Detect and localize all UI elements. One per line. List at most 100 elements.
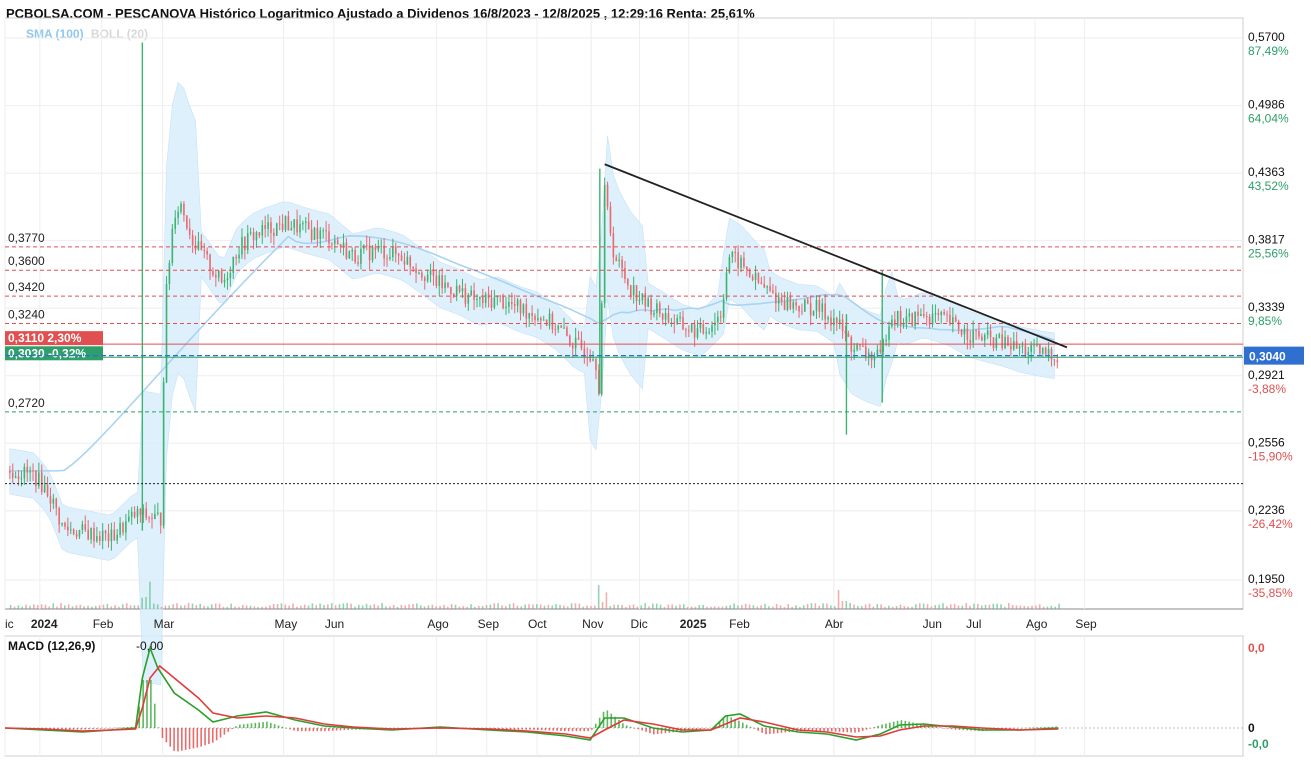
volume-bar <box>176 603 178 609</box>
volume-bar <box>992 603 995 609</box>
candle-body <box>249 232 252 234</box>
volume-bar <box>33 604 35 609</box>
volume-bar <box>48 606 51 609</box>
volume-bar <box>141 597 143 609</box>
candle-body <box>992 337 995 349</box>
volume-bar <box>296 606 298 609</box>
candle-body <box>847 333 850 337</box>
price-chart[interactable]: 0,3770 0,3600 0,3420 0,3240 0,2720 0,3110 2,3… <box>0 0 1311 763</box>
candle-body <box>818 299 821 312</box>
volume-bar <box>56 606 58 609</box>
y-tick-pct: 9,85% <box>1248 314 1282 328</box>
level-label: 0,2720 <box>8 396 45 410</box>
macd-hist-bar <box>753 728 756 729</box>
candle-body <box>1056 360 1059 363</box>
volume-bar <box>396 606 399 609</box>
candle-body <box>244 237 246 251</box>
macd-hist-bar <box>215 728 218 741</box>
volume-bar <box>477 605 480 609</box>
volume-bar <box>245 605 248 609</box>
macd-hist-bar <box>196 728 199 748</box>
volume-bar <box>13 606 16 609</box>
candle-body <box>464 288 467 304</box>
volume-bar <box>516 605 519 609</box>
volume-bar <box>365 603 368 609</box>
macd-hist-bar <box>769 728 771 734</box>
candle-body <box>957 321 960 330</box>
candle-body <box>830 317 832 326</box>
macd-hist-bar <box>842 728 845 733</box>
candle-body <box>905 316 908 325</box>
candle-body <box>937 313 940 315</box>
candle-body <box>296 219 298 233</box>
candle-body <box>217 270 220 278</box>
volume-bar <box>381 603 383 609</box>
macd-hist-bar <box>556 728 558 731</box>
candle-body <box>484 294 487 304</box>
candle-body <box>444 282 446 289</box>
volume-bar <box>787 604 790 609</box>
volume-bar <box>354 606 356 609</box>
volume-bar <box>597 585 600 609</box>
candle-body <box>32 470 34 472</box>
macd-hist-bar <box>157 727 160 728</box>
macd-hist-bar <box>649 728 651 734</box>
volume-bar <box>303 604 306 609</box>
candle-body <box>284 216 287 230</box>
macd-hist-bar <box>169 728 172 747</box>
volume-bar <box>814 603 817 609</box>
macd-hist-bar <box>544 728 547 731</box>
volume-bar <box>729 605 732 609</box>
macd-hist-bar <box>184 728 187 750</box>
level-box-label: 0,3030 -0,32% <box>8 346 86 360</box>
candle-body <box>313 227 316 240</box>
candle-body <box>148 517 150 519</box>
candle-body <box>23 466 26 479</box>
y-tick-label: 0,3339 <box>1248 300 1285 314</box>
volume-bar <box>1023 606 1026 609</box>
macd-hist-bar <box>111 728 113 729</box>
candle-body <box>853 349 855 352</box>
volume-bar <box>659 604 662 609</box>
macd-hist-bar <box>823 728 825 732</box>
macd-hist-bar <box>1039 727 1042 728</box>
volume-bar <box>447 606 449 609</box>
volume-bar <box>907 606 909 609</box>
candle-body <box>632 285 635 296</box>
volume-bar <box>311 603 314 609</box>
candle-body <box>960 329 963 335</box>
candle-body <box>635 285 638 302</box>
candle-body <box>891 319 893 327</box>
candle-body <box>235 256 237 259</box>
candle-body <box>1015 341 1018 349</box>
macd-hist-bar <box>92 728 94 730</box>
volume-bar <box>841 600 844 609</box>
candle-body <box>571 345 574 349</box>
macd-hist-bar <box>517 728 520 730</box>
level-label: 0,3240 <box>8 307 45 321</box>
candle-body <box>902 324 905 326</box>
x-tick-label: Oct <box>528 617 547 631</box>
candle-body <box>246 233 249 251</box>
macd-hist-bar <box>745 724 748 728</box>
volume-bar <box>122 604 124 609</box>
x-tick-label: Ago <box>1026 617 1048 631</box>
macd-hist-bar <box>594 723 597 728</box>
candle-body <box>20 478 23 480</box>
volume-bar <box>508 604 511 609</box>
candle-body <box>719 316 722 318</box>
candle-body <box>380 245 383 247</box>
volume-bar <box>172 604 174 609</box>
candle-body <box>534 316 536 321</box>
volume-bar <box>474 606 476 609</box>
candle-body <box>627 279 629 286</box>
candle-body <box>862 345 864 347</box>
candle-body <box>760 282 763 285</box>
candle-body <box>470 290 472 295</box>
candle-body <box>113 529 116 541</box>
volume-bar <box>667 604 670 609</box>
candle-body <box>966 328 969 340</box>
macd-hist-bar <box>68 728 71 730</box>
candle-body <box>238 254 240 259</box>
candle-body <box>653 312 655 315</box>
